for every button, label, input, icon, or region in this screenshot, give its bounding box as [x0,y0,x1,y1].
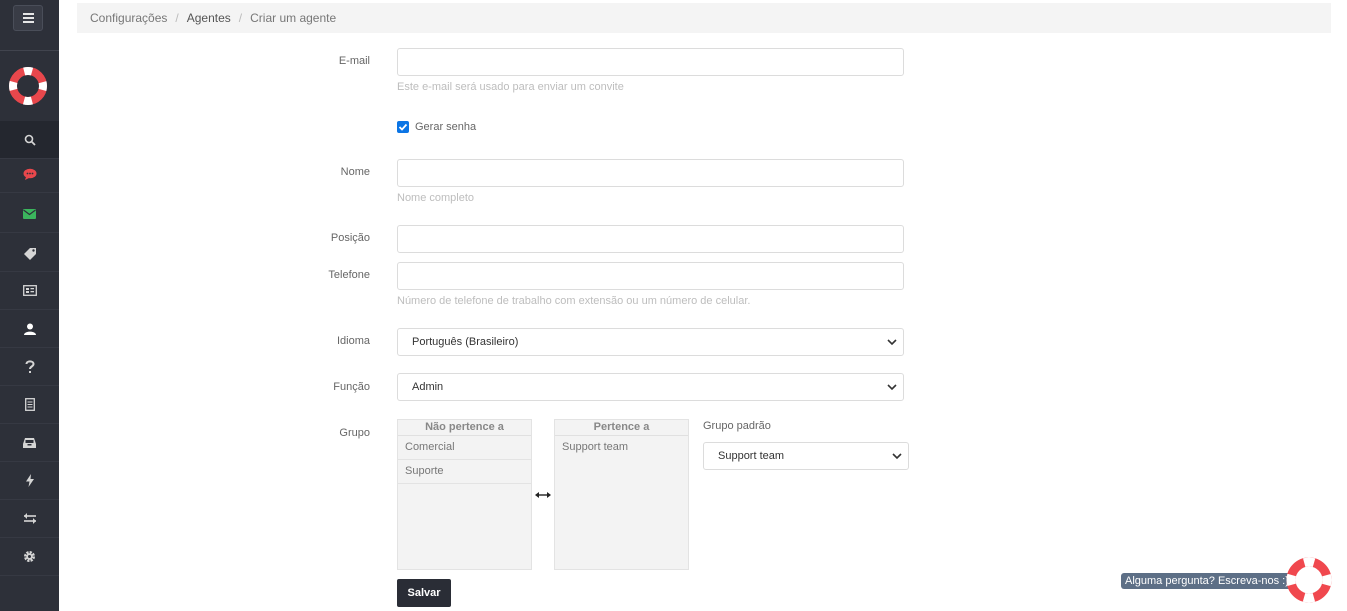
language-select-value: Português (Brasileiro) [412,336,519,348]
list-item[interactable]: Support team [555,436,688,460]
sidebar-item-mail[interactable] [0,195,59,233]
role-select[interactable]: Admin [397,373,904,401]
default-group-select-value: Support team [718,450,785,462]
sidebar-item-contacts[interactable] [0,272,59,310]
inbox-icon [23,437,36,448]
breadcrumb-item-current: Criar um agente [250,11,337,25]
groups-not-belonging-list[interactable]: Não pertence a Comercial Suporte [397,419,532,570]
bolt-icon [25,474,34,487]
sidebar-item-integrations[interactable] [0,500,59,538]
sidebar-item-chat[interactable] [0,155,59,193]
save-button[interactable]: Salvar [397,579,451,607]
groups-belonging-list[interactable]: Pertence a Support team [554,419,689,570]
sidebar-item-tags[interactable] [0,234,59,272]
document-icon [24,398,35,411]
list-item[interactable]: Suporte [398,460,531,484]
phone-field[interactable] [397,262,904,290]
list-item[interactable]: Comercial [398,436,531,460]
email-field[interactable] [397,48,904,76]
group-label: Grupo [339,427,370,439]
role-label: Função [333,381,370,393]
chevron-down-icon [887,384,897,391]
default-group-select[interactable]: Support team [703,442,909,470]
user-icon [23,323,36,335]
sidebar-divider [0,50,59,51]
list-header: Não pertence a [398,420,531,436]
position-field[interactable] [397,225,904,253]
gear-icon [24,551,35,562]
list-header: Pertence a [555,420,688,436]
checkmark-icon [398,123,408,131]
sidebar [0,0,59,611]
chat-widget-message[interactable]: Alguma pergunta? Escreva-nos :) [1121,573,1293,589]
tag-icon [23,247,36,260]
lifebuoy-logo-icon[interactable] [9,67,47,105]
generate-password-checkbox[interactable] [397,121,409,133]
chat-widget-lifebuoy-icon[interactable] [1286,557,1332,603]
sidebar-item-agents[interactable] [0,310,59,348]
menu-toggle-button[interactable] [13,5,43,31]
phone-hint: Número de telefone de trabalho com exten… [397,295,751,307]
sidebar-item-help[interactable] [0,348,59,386]
name-field[interactable] [397,159,904,187]
sidebar-item-inbox[interactable] [0,424,59,462]
breadcrumb-item-agents[interactable]: Agentes [187,11,231,25]
swap-arrow-icon[interactable] [535,491,551,499]
chat-icon [23,168,36,180]
breadcrumb-separator: / [175,11,179,25]
phone-label: Telefone [328,269,370,281]
sidebar-item-automations[interactable] [0,462,59,500]
language-select[interactable]: Português (Brasileiro) [397,328,904,356]
breadcrumb-item-settings[interactable]: Configurações [90,11,167,25]
sidebar-item-settings[interactable] [0,538,59,576]
default-group-label: Grupo padrão [703,420,771,432]
language-label: Idioma [336,335,370,347]
name-label: Nome [340,166,370,178]
breadcrumb: Configurações / Agentes / Criar um agent… [77,3,1331,33]
name-hint: Nome completo [397,192,475,204]
sidebar-item-search[interactable] [0,121,59,159]
chevron-down-icon [887,339,897,346]
role-select-value: Admin [412,381,444,393]
breadcrumb-separator: / [238,11,243,25]
generate-password-label[interactable]: Gerar senha [415,121,476,133]
search-icon [24,134,36,146]
mail-icon [23,208,36,219]
position-label: Posição [330,232,370,244]
transfer-icon [23,513,36,524]
email-hint: Este e-mail será usado para enviar um co… [397,81,624,93]
chevron-down-icon [892,453,902,460]
email-label: E-mail [338,55,370,67]
card-icon [22,285,37,296]
help-icon [25,359,35,373]
sidebar-item-reports[interactable] [0,386,59,424]
